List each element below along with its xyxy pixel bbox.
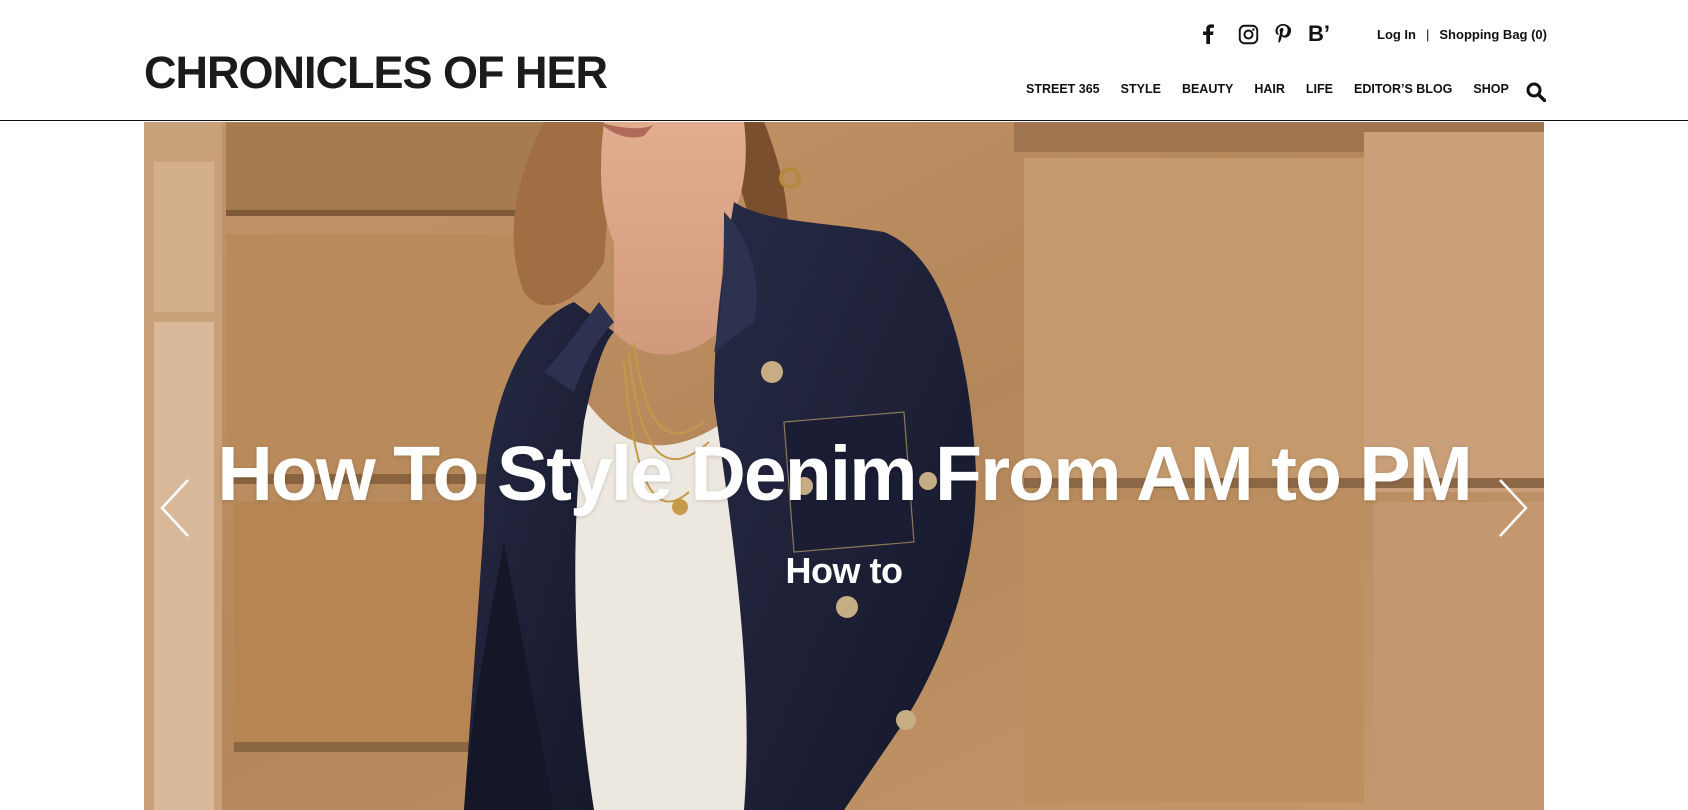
nav-item-street-365[interactable]: STREET 365 (1026, 82, 1100, 96)
slider-prev-arrow-icon[interactable] (156, 476, 196, 540)
hero-title[interactable]: How To Style Denim From AM to PM (144, 436, 1544, 513)
nav-item-editors-blog[interactable]: EDITOR’S BLOG (1354, 82, 1452, 96)
utility-links: Log In | Shopping Bag (0) (1377, 27, 1547, 42)
site-header: CHRONICLES OF HER B’ Log In | Shopping B… (0, 0, 1688, 121)
nav-item-life[interactable]: LIFE (1306, 82, 1333, 96)
social-links: B’ (1196, 21, 1330, 46)
facebook-icon[interactable] (1196, 22, 1220, 46)
utility-separator: | (1426, 27, 1430, 42)
main-nav: STREET 365 STYLE BEAUTY HAIR LIFE EDITOR… (1026, 82, 1509, 96)
nav-item-shop[interactable]: SHOP (1473, 82, 1508, 96)
nav-item-beauty[interactable]: BEAUTY (1182, 82, 1233, 96)
nav-item-hair[interactable]: HAIR (1254, 82, 1285, 96)
hero-slider: How To Style Denim From AM to PM How to (144, 122, 1544, 810)
instagram-icon[interactable] (1237, 22, 1259, 46)
shopping-bag-link[interactable]: Shopping Bag (0) (1439, 27, 1547, 42)
nav-item-style[interactable]: STYLE (1121, 82, 1161, 96)
login-link[interactable]: Log In (1377, 27, 1416, 42)
pinterest-icon[interactable] (1274, 22, 1292, 46)
search-icon[interactable] (1526, 82, 1547, 103)
hero-category-link[interactable]: How to (144, 550, 1544, 592)
site-logo[interactable]: CHRONICLES OF HER (144, 50, 608, 95)
bloglovin-icon[interactable]: B’ (1308, 21, 1330, 46)
slider-next-arrow-icon[interactable] (1492, 476, 1532, 540)
